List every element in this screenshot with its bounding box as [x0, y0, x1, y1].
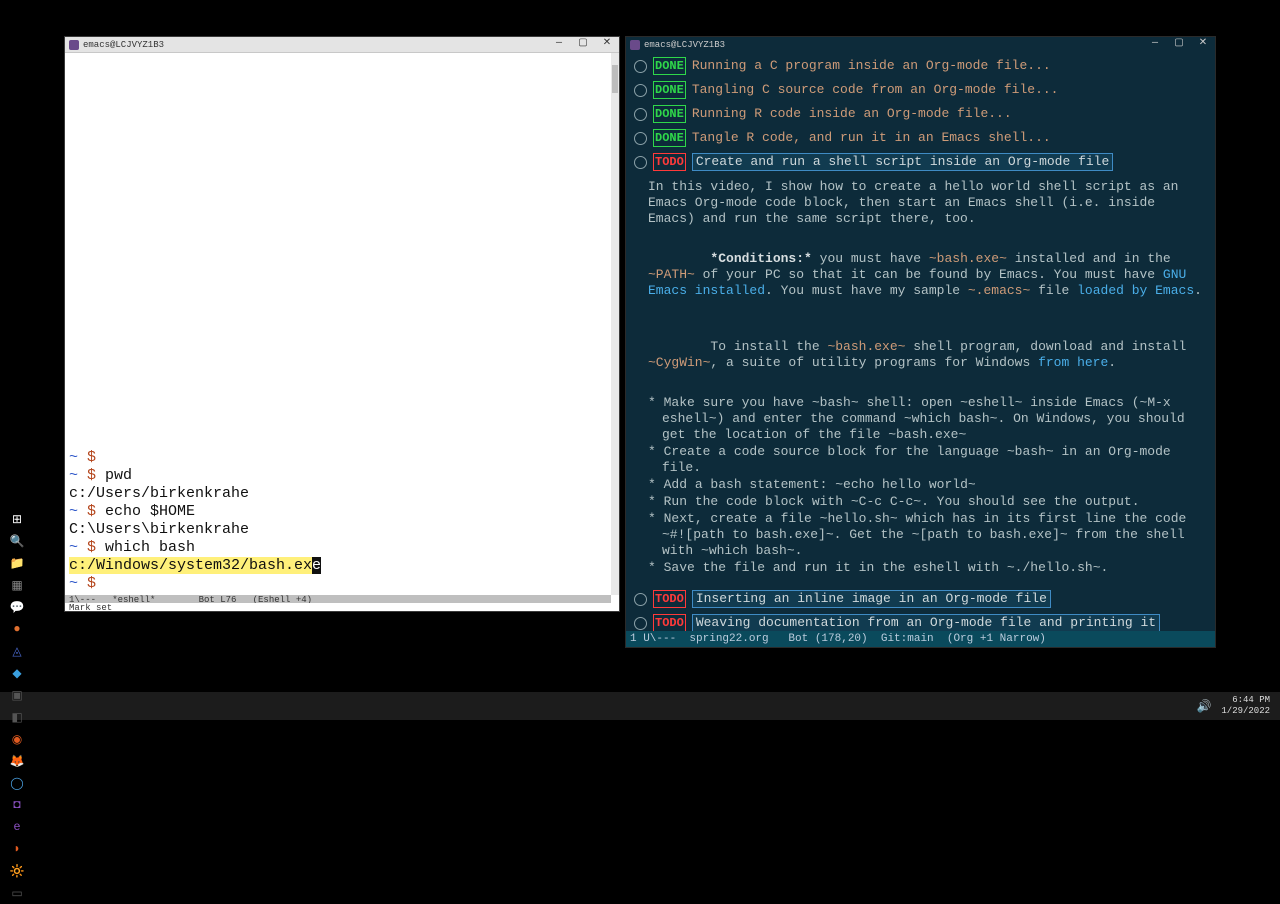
taskbar-app-icon[interactable]: ⊞ — [6, 508, 28, 530]
terminal-line: ~ $ — [69, 575, 607, 593]
scrollbar[interactable] — [611, 53, 619, 595]
org-headline-text: Inserting an inline image in an Org-mode… — [692, 590, 1051, 608]
org-headline-text: Tangling C source code from an Org-mode … — [692, 82, 1059, 98]
eshell-buffer[interactable]: ~ $ ~ $ pwdc:/Users/birkenkrahe~ $ echo … — [65, 53, 611, 595]
org-list-item: Add a bash statement: ~echo hello world~ — [648, 477, 1207, 493]
minimize-button[interactable]: — — [547, 37, 571, 53]
org-keyword: TODO — [653, 590, 686, 608]
radio-icon — [634, 108, 647, 121]
org-headline[interactable]: DONE Tangling C source code from an Org-m… — [634, 81, 1207, 99]
app-icon — [69, 40, 79, 50]
org-keyword: TODO — [653, 153, 686, 171]
close-button[interactable]: ✕ — [1191, 37, 1215, 53]
tray-sound-icon[interactable]: 🔊 — [1193, 695, 1215, 717]
org-headline[interactable]: TODO Create and run a shell script inside… — [634, 153, 1207, 171]
org-keyword: TODO — [653, 614, 686, 632]
taskbar-clock[interactable]: 6:44 PM 1/29/2022 — [1221, 695, 1270, 717]
terminal-line: C:\Users\birkenkrahe — [69, 521, 607, 539]
modeline-right: 1 U\--- spring22.org Bot (178,20) Git:ma… — [626, 631, 1215, 647]
taskbar-app-icon[interactable]: 📁 — [6, 552, 28, 574]
org-list-item: Save the file and run it in the eshell w… — [648, 560, 1207, 576]
taskbar-app-icon[interactable]: ▣ — [6, 684, 28, 706]
taskbar-app-icon[interactable]: ● — [6, 618, 28, 640]
taskbar-app-icon[interactable]: 🦊 — [6, 750, 28, 772]
terminal-line: c:/Windows/system32/bash.exe — [69, 557, 607, 575]
org-buffer[interactable]: DONE Running a C program inside an Org-mo… — [626, 53, 1215, 631]
org-keyword: DONE — [653, 81, 686, 99]
modeline-left: 1\--- *eshell* Bot L76 (Eshell +4) — [65, 595, 611, 603]
window-title: emacs@LCJVYZ1B3 — [644, 40, 725, 50]
close-button[interactable]: ✕ — [595, 37, 619, 53]
loaded-by-emacs-link[interactable]: loaded by Emacs — [1077, 283, 1194, 298]
org-headline[interactable]: TODO Inserting an inline image in an Org-… — [634, 590, 1207, 608]
org-list-item: Create a code source block for the langu… — [648, 444, 1207, 476]
taskbar-app-icon[interactable]: ◉ — [6, 728, 28, 750]
org-headline-text: Running R code inside an Org-mode file..… — [692, 106, 1012, 122]
taskbar-app-icon[interactable]: e — [6, 816, 28, 838]
org-keyword: DONE — [653, 129, 686, 147]
org-keyword: DONE — [653, 105, 686, 123]
radio-icon — [634, 132, 647, 145]
org-headline-text: Running a C program inside an Org-mode f… — [692, 58, 1051, 74]
org-headline[interactable]: DONE Running a C program inside an Org-mo… — [634, 57, 1207, 75]
maximize-button[interactable]: ▢ — [571, 37, 595, 53]
org-list-item: Run the code block with ~C-c C-c~. You s… — [648, 494, 1207, 510]
minibuffer: Mark set — [65, 603, 611, 611]
org-headline[interactable]: DONE Tangle R code, and run it in an Emac… — [634, 129, 1207, 147]
titlebar-left[interactable]: emacs@LCJVYZ1B3 — ▢ ✕ — [65, 37, 619, 53]
taskbar-app-icon[interactable]: ◗ — [6, 838, 28, 860]
org-paragraph: *Conditions:* you must have ~bash.exe~ i… — [648, 235, 1207, 315]
taskbar[interactable]: ⊞🔍📁▦💬●◬◆▣◧◉🦊◯◘e◗🔆▭ 🔊 6:44 PM 1/29/2022 — [0, 692, 1280, 720]
taskbar-app-icon[interactable]: ▦ — [6, 574, 28, 596]
org-headline-text: Weaving documentation from an Org-mode f… — [692, 614, 1160, 632]
taskbar-app-icon[interactable]: ◆ — [6, 662, 28, 684]
taskbar-app-icon[interactable]: 🔆 — [6, 860, 28, 882]
minimize-button[interactable]: — — [1143, 37, 1167, 53]
org-list-item: Next, create a file ~hello.sh~ which has… — [648, 511, 1207, 559]
scrollbar-thumb[interactable] — [612, 65, 618, 93]
window-title: emacs@LCJVYZ1B3 — [83, 40, 164, 50]
taskbar-app-icon[interactable]: ▭ — [6, 882, 28, 904]
taskbar-app-icon[interactable]: ◘ — [6, 794, 28, 816]
taskbar-app-icon[interactable]: 🔍 — [6, 530, 28, 552]
taskbar-app-icon[interactable]: ◯ — [6, 772, 28, 794]
titlebar-right[interactable]: emacs@LCJVYZ1B3 — ▢ ✕ — [626, 37, 1215, 53]
org-keyword: DONE — [653, 57, 686, 75]
radio-icon — [634, 593, 647, 606]
org-paragraph: In this video, I show how to create a he… — [648, 179, 1207, 227]
org-list-item: Make sure you have ~bash~ shell: open ~e… — [648, 395, 1207, 443]
app-icon — [630, 40, 640, 50]
radio-icon — [634, 617, 647, 630]
emacs-window-left: emacs@LCJVYZ1B3 — ▢ ✕ ~ $ ~ $ pwdc:/User… — [64, 36, 620, 612]
taskbar-app-icon[interactable]: ◬ — [6, 640, 28, 662]
radio-icon — [634, 60, 647, 73]
terminal-line: c:/Users/birkenkrahe — [69, 485, 607, 503]
org-paragraph: To install the ~bash.exe~ shell program,… — [648, 323, 1207, 387]
taskbar-app-icon[interactable]: 💬 — [6, 596, 28, 618]
org-headline-text: Create and run a shell script inside an … — [692, 153, 1113, 171]
terminal-line: ~ $ — [69, 449, 607, 467]
org-headline[interactable]: DONE Running R code inside an Org-mode fi… — [634, 105, 1207, 123]
radio-icon — [634, 156, 647, 169]
taskbar-app-icon[interactable]: ◧ — [6, 706, 28, 728]
terminal-line: ~ $ which bash — [69, 539, 607, 557]
org-headline[interactable]: TODO Weaving documentation from an Org-mo… — [634, 614, 1207, 632]
terminal-line: ~ $ pwd — [69, 467, 607, 485]
org-headline-text: Tangle R code, and run it in an Emacs sh… — [692, 130, 1051, 146]
maximize-button[interactable]: ▢ — [1167, 37, 1191, 53]
radio-icon — [634, 84, 647, 97]
terminal-line: ~ $ echo $HOME — [69, 503, 607, 521]
emacs-window-right: emacs@LCJVYZ1B3 — ▢ ✕ DONE Running a C pr… — [625, 36, 1216, 648]
from-here-link[interactable]: from here — [1038, 355, 1108, 370]
